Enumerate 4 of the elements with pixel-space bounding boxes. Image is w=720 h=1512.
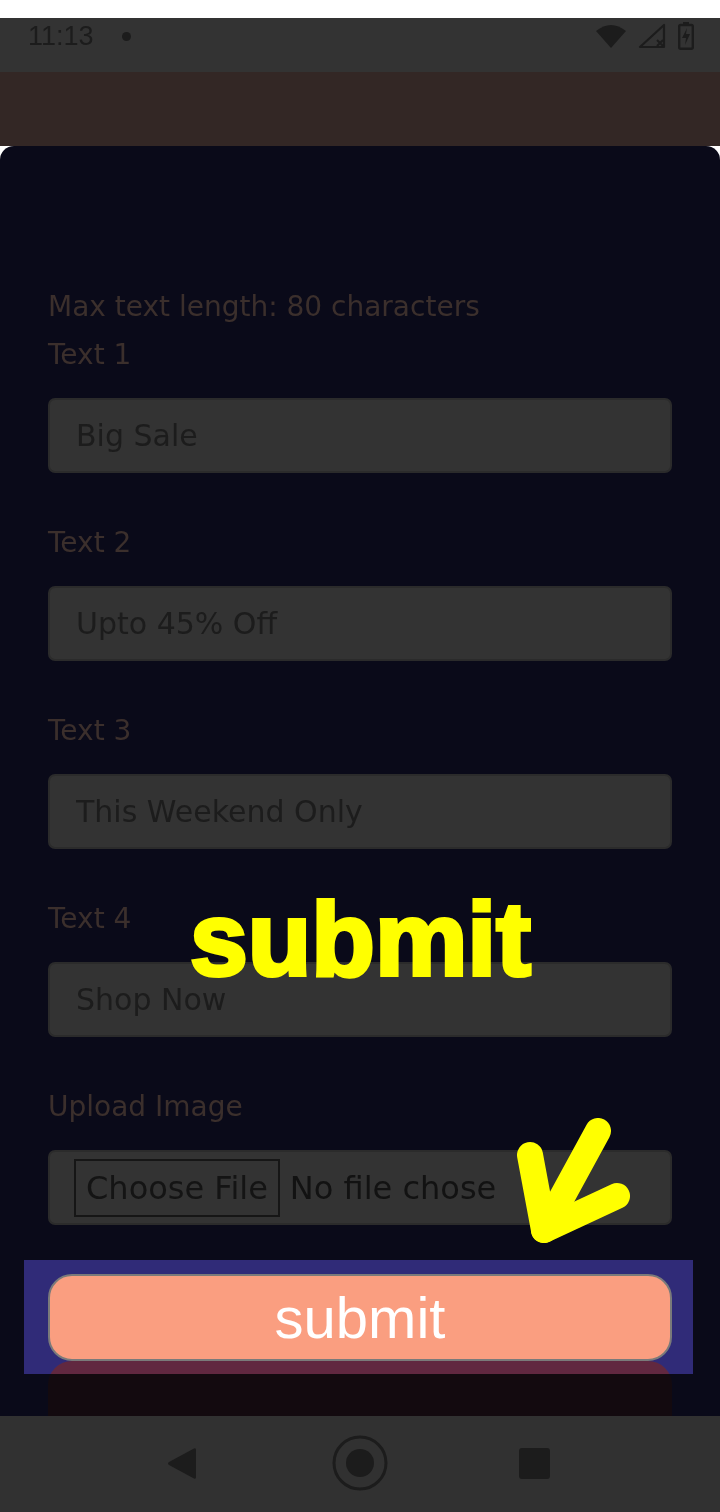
signal-icon — [638, 23, 666, 49]
submit-button[interactable]: submit — [48, 1274, 672, 1361]
wifi-icon — [596, 24, 626, 48]
battery-charging-icon — [678, 22, 694, 50]
